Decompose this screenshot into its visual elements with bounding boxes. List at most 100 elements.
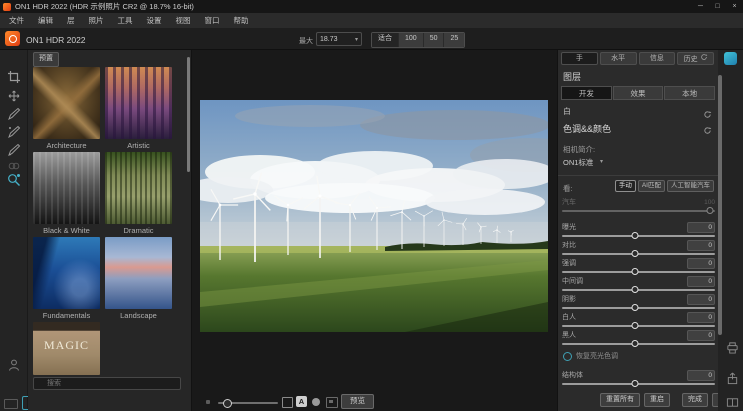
menu-item-5[interactable]: 设置 (140, 13, 169, 28)
compare-view-icon[interactable] (282, 397, 293, 408)
slider-exposure-value[interactable]: 0 (687, 222, 715, 233)
preset-fundamentals-thumbnail[interactable] (33, 237, 100, 309)
maximize-button[interactable]: □ (709, 0, 726, 13)
tone-mode-ai-match-button[interactable]: AI匹配 (638, 180, 665, 192)
tone-mode-manual-button[interactable]: 手动 (615, 180, 636, 192)
slider-highlights-value[interactable]: 0 (687, 258, 715, 269)
slider-highlights-track[interactable] (562, 271, 715, 273)
reset-all-button[interactable]: 重置所有 (600, 393, 640, 407)
zoom-out-icon[interactable] (206, 400, 210, 404)
menu-item-3[interactable]: 照片 (82, 13, 111, 28)
zoom-value-dropdown[interactable]: 18.73 ▾ (316, 32, 362, 46)
preset-architecture[interactable]: Architecture (33, 67, 100, 152)
preset-landscape-thumbnail[interactable] (105, 237, 172, 309)
print-icon[interactable] (726, 341, 739, 359)
presets-tab[interactable]: 预置 (33, 52, 59, 67)
slider-shadows-knob[interactable] (632, 304, 639, 311)
preset-search-input[interactable] (33, 377, 181, 390)
panel-tab-navigator[interactable]: 手 (561, 52, 598, 65)
user-account-icon[interactable] (7, 358, 21, 372)
slider-contrast-knob[interactable] (632, 250, 639, 257)
slider-whites-knob[interactable] (632, 322, 639, 329)
slider-blacks-value[interactable]: 0 (687, 330, 715, 341)
mode-tab-effects[interactable]: 效果 (613, 86, 664, 100)
mode-tab-local[interactable]: 本地 (664, 86, 715, 100)
crop-tool-icon[interactable] (7, 70, 21, 84)
slider-contrast-value[interactable]: 0 (687, 240, 715, 251)
preset-landscape[interactable]: Landscape (105, 237, 172, 322)
preset-magic-card[interactable]: MAGIC (33, 322, 100, 375)
recover-highlights-option[interactable]: 恢复亮光色调 (563, 351, 618, 361)
preset-dramatic-thumbnail[interactable] (105, 152, 172, 224)
preset-architecture-thumbnail[interactable] (33, 67, 100, 139)
menu-item-0[interactable]: 文件 (2, 13, 31, 28)
slider-auto-track[interactable] (562, 210, 715, 212)
preset-black-white[interactable]: Black & White (33, 152, 100, 237)
panel-scrollbar[interactable] (718, 75, 722, 335)
sync-link-tool-icon[interactable] (7, 159, 21, 173)
slider-structure-knob[interactable] (632, 380, 639, 387)
slider-midtones-track[interactable] (562, 289, 715, 291)
radio-circle-icon[interactable] (563, 352, 572, 361)
zoom-level-100-button[interactable]: 100 (398, 33, 423, 47)
slider-whites-track[interactable] (562, 325, 715, 327)
zoom-level-25-button[interactable]: 25 (443, 33, 464, 47)
close-button[interactable]: × (726, 0, 743, 13)
slider-shadows-track[interactable] (562, 307, 715, 309)
slider-contrast-track[interactable] (562, 253, 715, 255)
reset-button[interactable]: 重启 (644, 393, 670, 407)
preset-fundamentals[interactable]: Fundamentals (33, 237, 100, 322)
menu-item-7[interactable]: 窗口 (198, 13, 227, 28)
panel-tab-history[interactable]: 历史 (677, 52, 714, 65)
done-button[interactable]: 完成 (682, 393, 708, 407)
slider-midtones-knob[interactable] (632, 286, 639, 293)
slider-blacks-knob[interactable] (632, 340, 639, 347)
slider-structure-value[interactable]: 0 (687, 370, 715, 381)
split-view-icon[interactable] (726, 396, 739, 411)
soft-proof-icon[interactable] (326, 397, 338, 408)
slider-auto-knob[interactable] (707, 207, 714, 214)
preset-black-white-thumbnail[interactable] (33, 152, 100, 224)
masking-brush-tool-icon[interactable] (7, 107, 21, 121)
menu-item-1[interactable]: 编辑 (31, 13, 60, 28)
extras-badge-icon[interactable] (724, 52, 737, 65)
tone-mode-ai-auto-button[interactable]: 人工智能汽车 (667, 180, 714, 192)
preview-button[interactable]: 预览 (341, 394, 374, 409)
browse-mode-icon[interactable] (4, 399, 18, 409)
mode-tab-develop[interactable]: 开发 (561, 86, 612, 100)
slider-midtones-value[interactable]: 0 (687, 276, 715, 287)
panel-tab-levels[interactable]: 水平 (600, 52, 637, 65)
local-adjust-brush-tool-icon[interactable] (7, 143, 21, 157)
minimize-button[interactable]: ─ (692, 0, 709, 13)
presets-scrollbar[interactable] (187, 57, 190, 172)
slider-whites-value[interactable]: 0 (687, 312, 715, 323)
canvas-area[interactable]: A 预览 (192, 50, 557, 411)
preset-artistic[interactable]: Artistic (105, 67, 172, 152)
export-icon[interactable] (726, 372, 739, 390)
panel-tab-info[interactable]: 信息 (639, 52, 676, 65)
slider-highlights-knob[interactable] (632, 268, 639, 275)
view-zoom-tool-icon[interactable] (7, 173, 21, 187)
menu-item-2[interactable]: 层 (60, 13, 82, 28)
mask-view-icon[interactable] (312, 398, 320, 406)
preset-artistic-thumbnail[interactable] (105, 67, 172, 139)
fit-button[interactable]: 适合 (372, 33, 398, 47)
menu-item-8[interactable]: 帮助 (227, 13, 256, 28)
camera-profile-dropdown[interactable]: ON1标准 (563, 157, 593, 168)
canvas-zoom-slider[interactable] (218, 402, 278, 404)
menu-item-6[interactable]: 视图 (169, 13, 198, 28)
menu-item-4[interactable]: 工具 (111, 13, 140, 28)
canvas-zoom-knob[interactable] (223, 399, 232, 408)
slider-structure-track[interactable] (562, 383, 715, 385)
slider-exposure-knob[interactable] (632, 232, 639, 239)
photo-preview[interactable] (200, 100, 548, 332)
refine-brush-tool-icon[interactable] (7, 125, 21, 139)
letter-a-view-icon[interactable]: A (296, 396, 307, 407)
slider-blacks-track[interactable] (562, 343, 715, 345)
preset-dramatic[interactable]: Dramatic (105, 152, 172, 237)
slider-exposure-track[interactable] (562, 235, 715, 237)
zoom-level-50-button[interactable]: 50 (423, 33, 444, 47)
section-reset-icon[interactable] (703, 122, 712, 140)
slider-shadows-value[interactable]: 0 (687, 294, 715, 305)
move-tool-icon[interactable] (7, 89, 21, 103)
